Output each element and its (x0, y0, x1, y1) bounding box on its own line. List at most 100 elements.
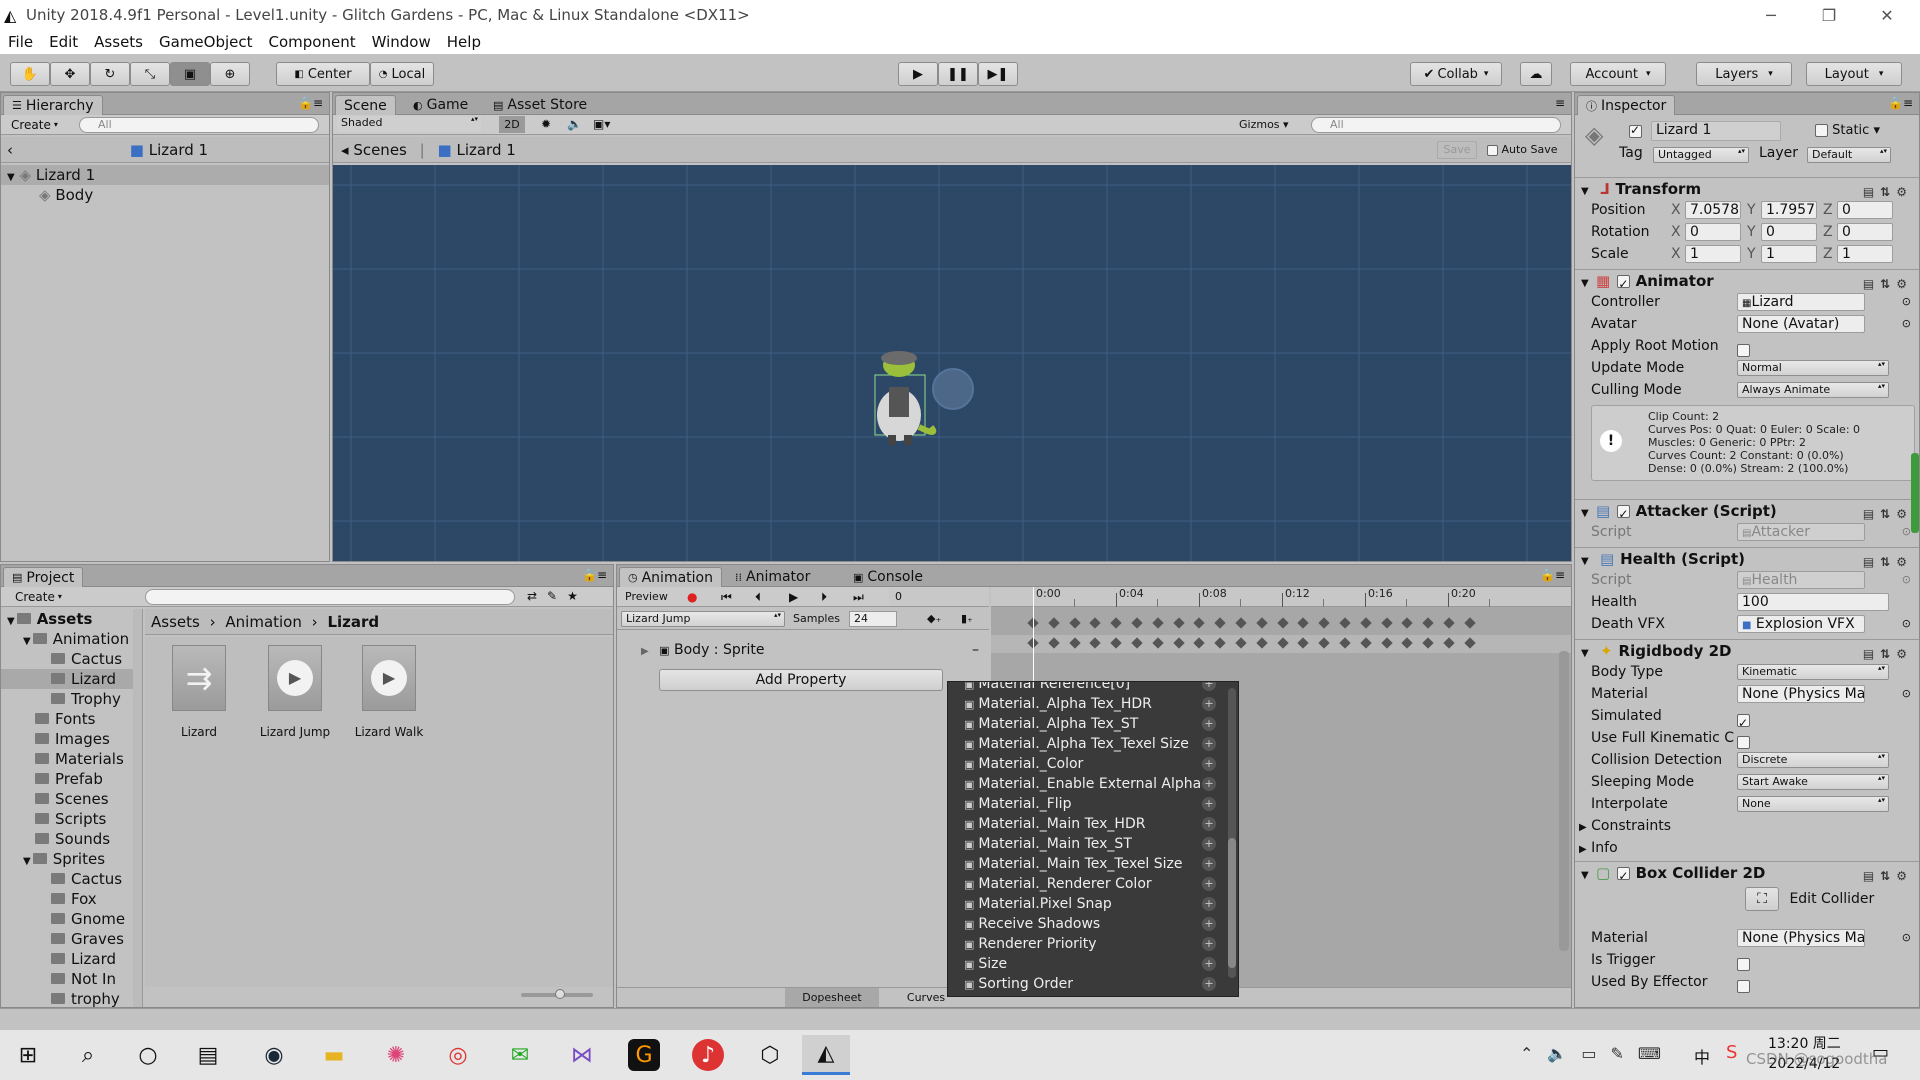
add-plus-icon[interactable]: + (1202, 717, 1216, 731)
keyframe-diamond[interactable] (1172, 617, 1185, 629)
sprite-keyframe-row[interactable] (991, 635, 1571, 653)
collab-button[interactable]: ✔ Collab ▾ (1410, 62, 1502, 86)
project-folder-item[interactable]: Gnome (1, 909, 137, 929)
expand-arrow-icon[interactable]: ▶ (641, 646, 649, 657)
keyframe-diamond[interactable] (1110, 637, 1122, 649)
bc-material-field[interactable]: None (Physics Mat (1737, 929, 1865, 947)
layer-dropdown[interactable]: Default (1807, 147, 1891, 163)
collapse-arrow-icon[interactable]: ▼ (1581, 870, 1589, 881)
tab-hierarchy[interactable]: ☰ Hierarchy (3, 95, 103, 115)
cortana-icon[interactable]: ○ (124, 1035, 172, 1075)
project-folder-item[interactable]: Scripts (1, 809, 137, 829)
transform-tool-button[interactable]: ⊕ (210, 62, 250, 86)
controller-field[interactable]: ▦Lizard (1737, 293, 1865, 311)
keyframe-diamond[interactable] (1152, 617, 1164, 629)
keyframe-diamond[interactable] (1068, 617, 1081, 629)
panel-menu-icon[interactable]: 🔒≡ (582, 568, 607, 582)
visual-studio-icon[interactable]: ⋈ (558, 1035, 606, 1075)
panel-menu-icon[interactable]: 🔒≡ (298, 96, 323, 110)
add-plus-icon[interactable]: + (1202, 817, 1216, 831)
timeline-scrollbar[interactable] (1559, 651, 1569, 951)
breadcrumb-scenes[interactable]: Scenes (353, 141, 407, 159)
project-folder-item[interactable]: ▼ Assets (1, 609, 137, 629)
position-x-field[interactable]: 7.0578 (1685, 201, 1741, 219)
collapse-arrow-icon[interactable]: ▼ (1581, 186, 1589, 197)
scale-y-field[interactable]: 1 (1761, 245, 1817, 263)
path-animation[interactable]: Animation (225, 613, 301, 631)
rect-tool-button[interactable]: ▣ (170, 62, 210, 86)
keyframe-diamond[interactable] (1214, 637, 1226, 649)
property-option[interactable]: ▣ Sorting Order + (948, 974, 1220, 994)
keyframe-diamond[interactable] (1256, 637, 1268, 649)
keyframe-diamond[interactable] (1339, 637, 1351, 649)
project-folder-item[interactable]: Images (1, 729, 137, 749)
clip-dropdown[interactable]: Lizard Jump (621, 611, 785, 627)
property-option[interactable]: ▣ Material._Alpha Tex_HDR + (948, 694, 1220, 714)
project-folder-item[interactable]: ▼ Animation (1, 629, 137, 649)
keyframe-diamond[interactable] (1089, 637, 1102, 649)
property-option[interactable]: ▣ Size + (948, 954, 1220, 974)
interpolate-dropdown[interactable]: None (1737, 796, 1889, 812)
asset-lizard-walk[interactable]: ▶ Lizard Walk (347, 645, 431, 739)
project-folder-item[interactable]: Not In (1, 969, 137, 989)
tab-scene[interactable]: Scene (335, 95, 396, 115)
inspector-scrollbar[interactable] (1911, 453, 1919, 533)
active-checkbox[interactable] (1629, 123, 1642, 138)
last-keyframe-button[interactable]: ⏭ (853, 587, 864, 607)
menu-edit[interactable]: Edit (49, 33, 78, 51)
keyframe-diamond[interactable] (1048, 617, 1060, 629)
record-button[interactable]: ● (687, 587, 697, 607)
property-option[interactable]: ▣ Material._Main Tex_HDR + (948, 814, 1220, 834)
constraints-foldout[interactable]: ▶ Constraints (1579, 815, 1913, 837)
object-picker-icon[interactable]: ⊙ (1902, 683, 1911, 705)
tab-animator[interactable]: ⁞⁞ Animator (727, 567, 818, 587)
transform-header[interactable]: ▼ ⅃ Transform ▤⇅⚙ (1575, 177, 1919, 199)
full-kinematic-checkbox[interactable] (1737, 735, 1750, 749)
pivot-handle[interactable] (932, 368, 974, 410)
save-button[interactable]: Save (1437, 141, 1477, 159)
sogou-icon[interactable]: S (1726, 1042, 1737, 1063)
hierarchy-search-input[interactable]: All (79, 117, 319, 133)
property-option[interactable]: ▣ Material._Alpha Tex_ST + (948, 714, 1220, 734)
menu-assets[interactable]: Assets (94, 33, 143, 51)
add-plus-icon[interactable]: + (1202, 682, 1216, 691)
keyframe-diamond[interactable] (1422, 637, 1434, 649)
project-folder-item[interactable]: Scenes (1, 789, 137, 809)
panel-menu-icon[interactable]: ≡ (1555, 96, 1565, 110)
object-picker-icon[interactable]: ⊙ (1902, 927, 1911, 949)
rotation-y-field[interactable]: 0 (1761, 223, 1817, 241)
scale-x-field[interactable]: 1 (1685, 245, 1741, 263)
task-view-icon[interactable]: ▤ (184, 1035, 232, 1075)
project-search-input[interactable] (145, 589, 515, 605)
collapse-arrow-icon[interactable]: ▼ (1581, 278, 1589, 289)
tab-console[interactable]: ▣ Console (845, 567, 931, 587)
2d-toggle[interactable]: 2D (499, 116, 525, 133)
timeline-ruler[interactable]: 0:00 0:04 0:08 0:12 0:16 0:20 (991, 587, 1571, 607)
netease-music-icon[interactable]: ♪ (692, 1039, 724, 1071)
tab-animation[interactable]: ◷ Animation (619, 567, 722, 587)
close-button[interactable]: ✕ (1864, 0, 1910, 30)
project-folder-item[interactable]: Fonts (1, 709, 137, 729)
project-folder-item[interactable]: Lizard (1, 669, 137, 689)
prev-keyframe-button[interactable]: ⏴ (755, 587, 761, 607)
project-folder-item[interactable]: Trophy (1, 689, 137, 709)
minimize-button[interactable]: ─ (1748, 0, 1794, 30)
keyframe-diamond[interactable] (1089, 617, 1102, 629)
search-icon[interactable]: ⌕ (64, 1035, 112, 1075)
project-folder-item[interactable]: Sounds (1, 829, 137, 849)
expand-arrow-icon[interactable]: ▼ (23, 856, 31, 867)
property-option[interactable]: ▣ Material._Main Tex_Texel Size + (948, 854, 1220, 874)
dropdown-scrollbar[interactable] (1228, 688, 1236, 978)
keyframe-diamond[interactable] (1318, 617, 1330, 629)
frame-field[interactable]: 0 (889, 588, 989, 606)
add-plus-icon[interactable]: + (1202, 857, 1216, 871)
property-option[interactable]: ▣ Material._Flip + (948, 794, 1220, 814)
keyframe-diamond[interactable] (1360, 617, 1372, 629)
menu-window[interactable]: Window (372, 33, 431, 51)
keyframe-diamond[interactable] (1276, 637, 1289, 649)
tab-game[interactable]: ◐ Game (405, 95, 476, 115)
add-plus-icon[interactable]: + (1202, 937, 1216, 951)
position-z-field[interactable]: 0 (1837, 201, 1893, 219)
add-event-icon[interactable]: ▮₊ (961, 608, 973, 630)
object-picker-icon[interactable]: ⊙ (1902, 291, 1911, 313)
